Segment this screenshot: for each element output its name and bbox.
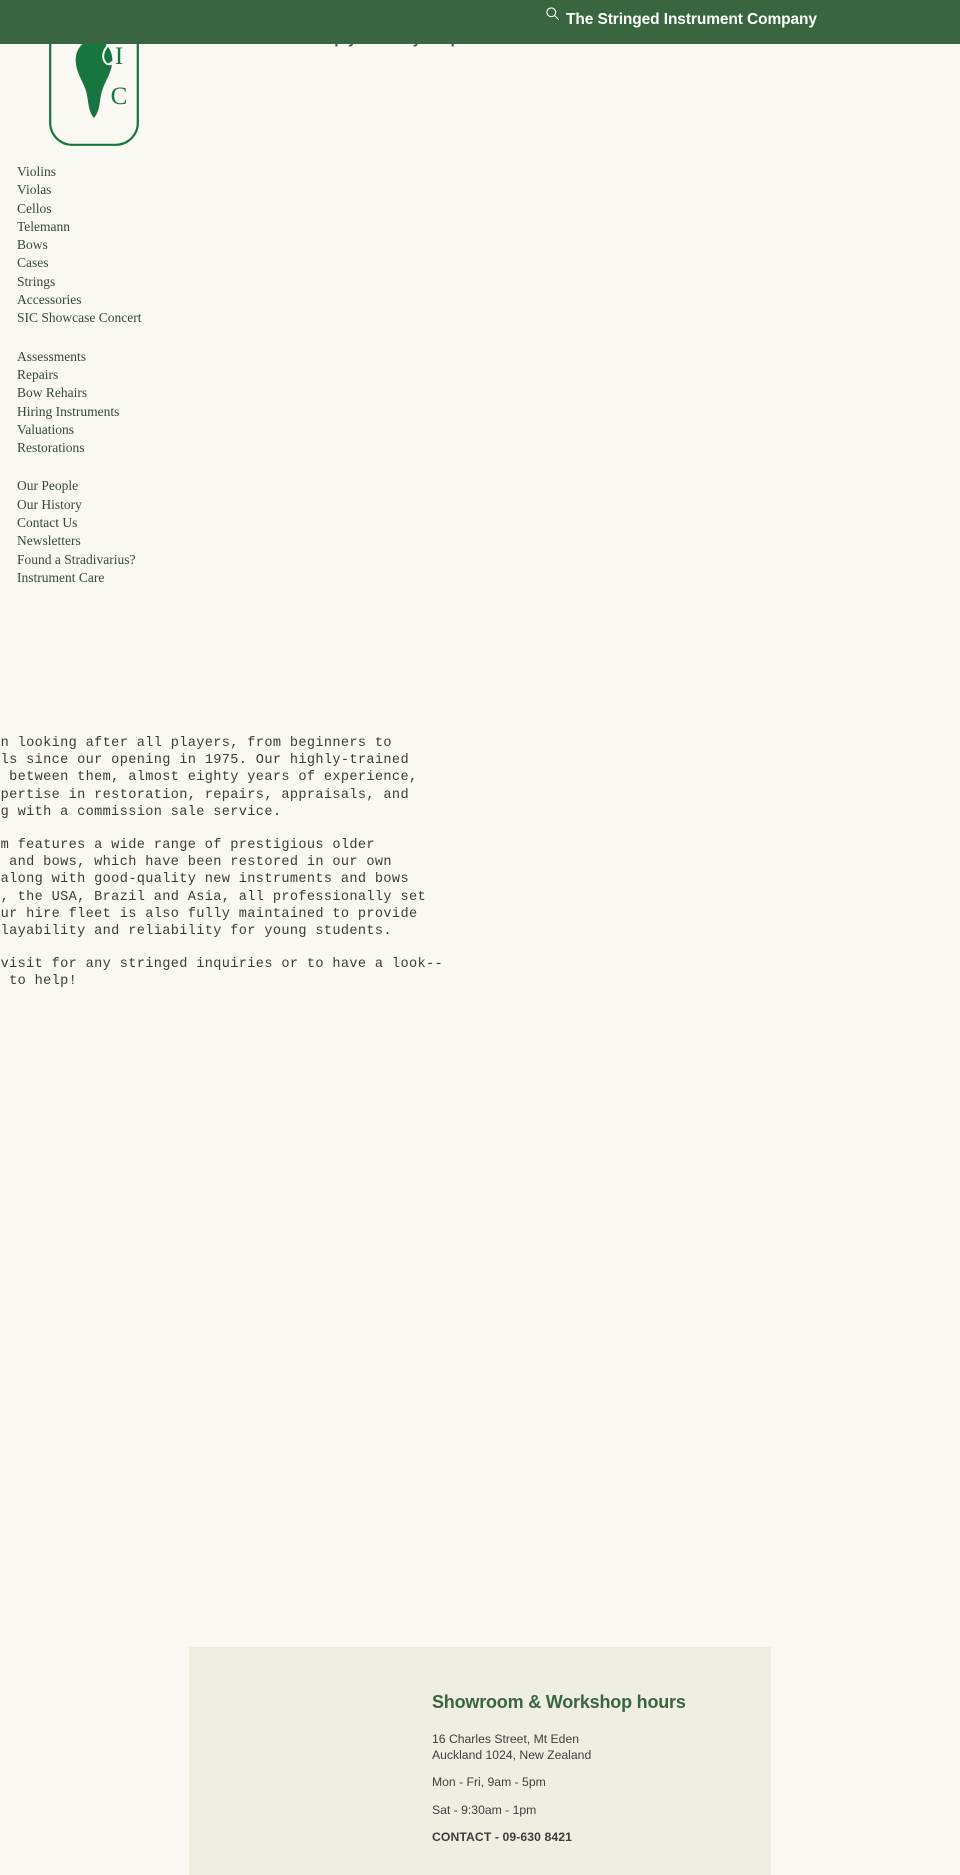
nav-group-products: Violins Violas Cellos Telemann Bows Case… <box>0 163 190 328</box>
body-paragraph-3: Come in to visit for any stringed inquir… <box>0 957 443 990</box>
nav-group-about: Our People Our History Contact Us Newsle… <box>0 477 190 587</box>
sidebar-item-our-people[interactable]: Our People <box>0 477 190 495</box>
footer-address-line-2: Auckland 1024, New Zealand <box>432 1747 592 1762</box>
sidebar-item-telemann[interactable]: Telemann <box>0 218 190 236</box>
sidebar-item-our-history[interactable]: Our History <box>0 496 190 514</box>
logo-letter-c: C <box>111 83 128 110</box>
nav-group-services: Assessments Repairs Bow Rehairs Hiring I… <box>0 348 190 458</box>
footer-address: 16 Charles Street, Mt Eden Auckland 1024… <box>432 1732 762 1763</box>
sidebar-item-cellos[interactable]: Cellos <box>0 200 190 218</box>
footer-contact-block: CONTACT - 09-630 8421 <box>432 1830 762 1844</box>
sidebar-item-repairs[interactable]: Repairs <box>0 366 190 384</box>
sidebar-item-hiring-instruments[interactable]: Hiring Instruments <box>0 403 190 421</box>
body-paragraph-2: Our showroom features a wide range of pr… <box>0 838 426 940</box>
footer-heading: Showroom & Workshop hours <box>432 1692 686 1712</box>
logo-letter-i: I <box>115 43 123 70</box>
sidebar-item-restorations[interactable]: Restorations <box>0 439 190 457</box>
body-paragraph-1: We have been looking after all players, … <box>0 736 418 820</box>
sidebar-item-strings[interactable]: Strings <box>0 273 190 291</box>
search-icon[interactable] <box>543 4 561 22</box>
sidebar-item-bows[interactable]: Bows <box>0 236 190 254</box>
sidebar-item-newsletters[interactable]: Newsletters <box>0 532 190 550</box>
footer-hours-weekday-block: Mon - Fri, 9am - 5pm <box>432 1775 762 1791</box>
sidebar-item-violas[interactable]: Violas <box>0 181 190 199</box>
footer-hours-saturday: Sat - 9:30am - 1pm <box>432 1802 537 1817</box>
sidebar-item-instrument-care[interactable]: Instrument Care <box>0 569 190 587</box>
site-header: The Stringed Instrument Company <box>0 0 960 44</box>
sidebar-item-sic-showcase-concert[interactable]: SIC Showcase Concert <box>0 309 190 327</box>
sidebar-item-violins[interactable]: Violins <box>0 163 190 181</box>
main-content: We have been looking after all players, … <box>0 735 960 991</box>
footer-panel: Showroom & Workshop hours 16 Charles Str… <box>189 1647 771 1875</box>
sidebar-item-bow-rehairs[interactable]: Bow Rehairs <box>0 384 190 402</box>
sidebar-nav: Violins Violas Cellos Telemann Bows Case… <box>0 163 190 587</box>
footer-contact-phone[interactable]: CONTACT - 09-630 8421 <box>432 1830 762 1844</box>
sidebar-item-contact-us[interactable]: Contact Us <box>0 514 190 532</box>
sidebar-item-assessments[interactable]: Assessments <box>0 348 190 366</box>
site-title[interactable]: The Stringed Instrument Company <box>566 11 817 29</box>
footer-hours-saturday-block: Sat - 9:30am - 1pm <box>432 1803 762 1819</box>
sidebar-item-valuations[interactable]: Valuations <box>0 421 190 439</box>
sidebar-item-cases[interactable]: Cases <box>0 254 190 272</box>
sidebar-item-accessories[interactable]: Accessories <box>0 291 190 309</box>
sidebar-item-found-a-stradivarius[interactable]: Found a Stradivarius? <box>0 551 190 569</box>
footer-address-line-1: 16 Charles Street, Mt Eden <box>432 1732 579 1746</box>
footer-hours-weekday: Mon - Fri, 9am - 5pm <box>432 1775 546 1789</box>
footer-content: Showroom & Workshop hours 16 Charles Str… <box>432 1692 762 1844</box>
